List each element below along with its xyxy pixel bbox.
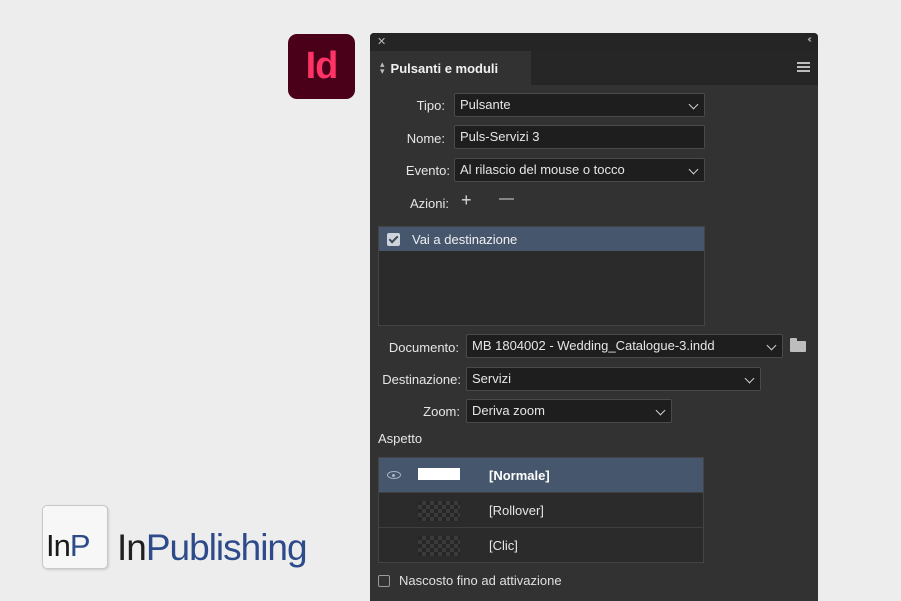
event-dropdown[interactable]: Al rilascio del mouse o tocco [454, 158, 705, 182]
name-value: Puls-Servizi 3 [460, 129, 540, 144]
panel-title: Pulsanti e moduli [390, 60, 499, 76]
indesign-app-icon: Id [288, 34, 355, 99]
list-item[interactable]: Vai a destinazione [379, 227, 704, 251]
hidden-until-triggered-option[interactable]: Nascosto fino ad attivazione [378, 573, 562, 588]
folder-icon[interactable] [790, 338, 806, 352]
appearance-thumbnail [418, 501, 460, 521]
chevron-down-icon [766, 340, 777, 351]
chevron-down-icon [688, 99, 699, 110]
appearance-row-rollover[interactable]: [Rollover] [379, 493, 703, 528]
appearance-label: [Normale] [489, 468, 550, 483]
appearance-label: [Rollover] [489, 503, 544, 518]
add-action-button[interactable]: + [461, 190, 472, 211]
zoom-label: Zoom: [423, 404, 460, 419]
tab-expand-icon[interactable]: ▴ ▾ [380, 60, 385, 76]
panel-menu-icon[interactable] [797, 62, 810, 74]
appearance-row-click[interactable]: [Clic] [379, 528, 703, 563]
chevron-down-icon [744, 373, 755, 384]
action-enabled-checkbox[interactable] [387, 232, 400, 246]
appearance-thumbnail [418, 468, 460, 480]
buttons-and-forms-panel: ✕ ‹‹ ▴ ▾ Pulsanti e moduli Tipo: Pulsante… [370, 33, 818, 601]
name-label: Nome: [406, 131, 445, 146]
appearance-list: [Normale] [Rollover] [Clic] [378, 457, 704, 563]
actions-list: Vai a destinazione [378, 226, 705, 326]
tab-buttons-and-forms[interactable]: ▴ ▾ Pulsanti e moduli [370, 51, 531, 85]
appearance-section-title: Aspetto [378, 431, 423, 446]
destination-dropdown[interactable]: Servizi [466, 367, 761, 391]
close-icon[interactable]: ✕ [377, 35, 386, 48]
eye-icon[interactable] [387, 471, 401, 479]
appearance-row-normal[interactable]: [Normale] [379, 458, 703, 493]
zoom-dropdown[interactable]: Deriva zoom [466, 399, 672, 423]
hidden-until-triggered-checkbox[interactable] [378, 574, 390, 587]
remove-action-button[interactable]: — [499, 190, 514, 207]
type-dropdown[interactable]: Pulsante [454, 93, 705, 117]
destination-value: Servizi [472, 371, 512, 386]
event-label: Evento: [405, 163, 450, 178]
type-label: Tipo: [416, 98, 445, 113]
event-value: Al rilascio del mouse o tocco [460, 162, 625, 177]
actions-label: Azioni: [409, 196, 449, 211]
action-label: Vai a destinazione [412, 231, 518, 247]
inpublishing-wordmark: InPublishing [117, 527, 308, 568]
name-field[interactable]: Puls-Servizi 3 [454, 125, 705, 149]
appearance-thumbnail [418, 536, 460, 556]
chevron-down-icon [688, 164, 699, 175]
panel-tab-bar: ▴ ▾ Pulsanti e moduli [370, 51, 818, 85]
zoom-value: Deriva zoom [472, 403, 545, 418]
document-dropdown[interactable]: MB 1804002 - Wedding_Catalogue-3.indd [466, 334, 783, 358]
appearance-label: [Clic] [489, 538, 518, 553]
destination-label: Destinazione: [382, 372, 461, 387]
logo-text: InP [46, 528, 91, 563]
type-value: Pulsante [460, 97, 511, 112]
document-value: MB 1804002 - Wedding_Catalogue-3.indd [472, 338, 715, 353]
inpublishing-logo: InP [42, 505, 108, 569]
chevron-down-icon [655, 405, 666, 416]
collapse-panel-icon[interactable]: ‹‹ [807, 34, 811, 45]
panel-title-bar: ✕ ‹‹ [370, 33, 818, 51]
document-label: Documento: [388, 340, 459, 355]
hidden-until-triggered-label: Nascosto fino ad attivazione [399, 573, 562, 588]
